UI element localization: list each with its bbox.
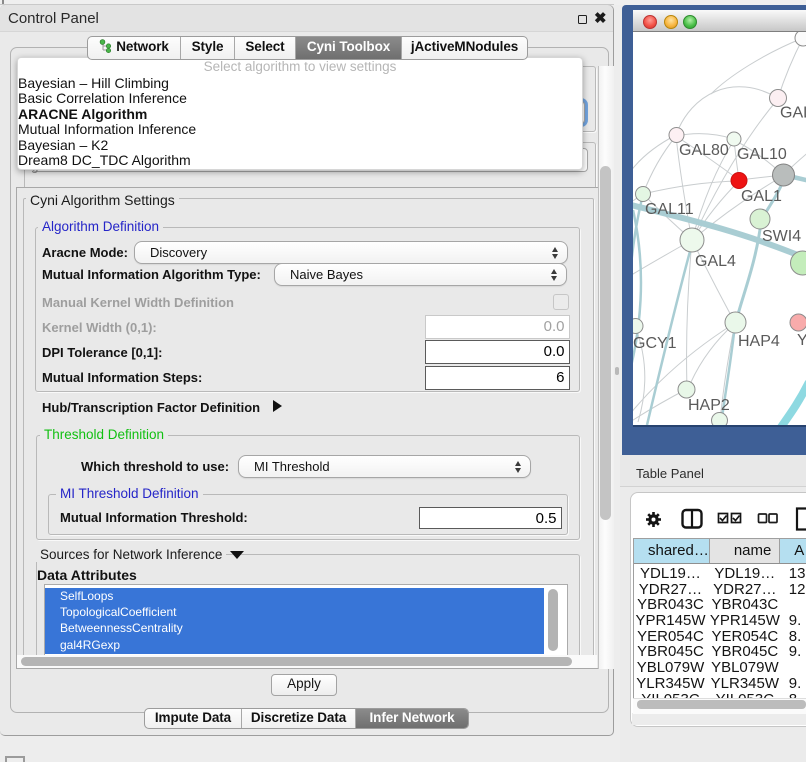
svg-text:GAL4: GAL4 <box>695 253 736 270</box>
svg-text:GAL10: GAL10 <box>737 146 787 163</box>
svg-text:GAL11: GAL11 <box>645 201 694 218</box>
svg-text:GCY1: GCY1 <box>633 335 677 352</box>
svg-text:HAP2: HAP2 <box>688 397 730 414</box>
svg-text:GAL1: GAL1 <box>741 188 782 205</box>
svg-text:GAL80: GAL80 <box>780 105 806 122</box>
svg-text:SWI4: SWI4 <box>762 228 801 245</box>
svg-text:YEL0: YEL0 <box>797 332 806 349</box>
svg-text:HAP4: HAP4 <box>738 333 780 350</box>
svg-text:GAL80: GAL80 <box>679 142 729 159</box>
